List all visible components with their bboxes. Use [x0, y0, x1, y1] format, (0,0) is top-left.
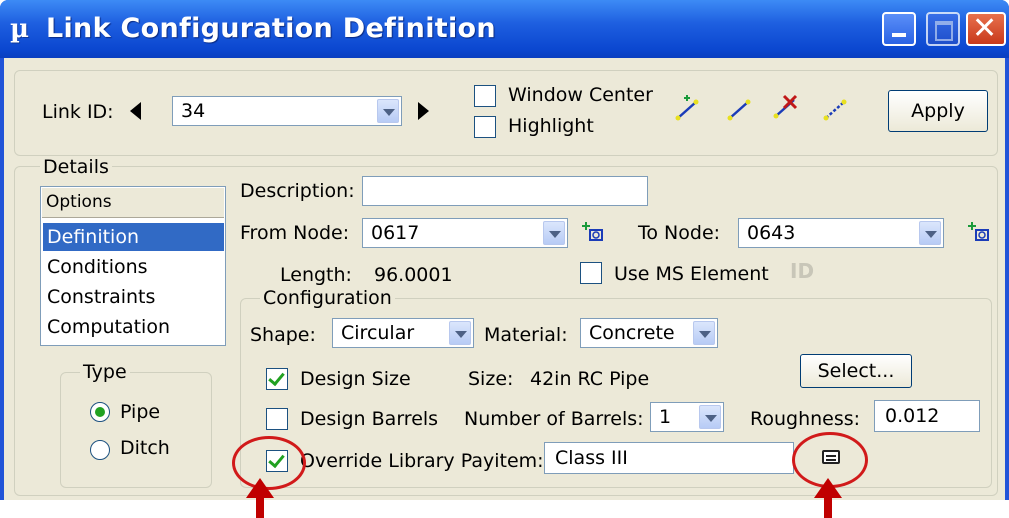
roughness-value: 0.012	[885, 405, 940, 427]
description-label: Description:	[240, 180, 355, 202]
pick-from-node-icon[interactable]	[580, 218, 608, 246]
highlight-label: Highlight	[508, 115, 594, 137]
chevron-down-icon[interactable]	[449, 321, 471, 345]
shape-combo[interactable]: Circular	[332, 318, 474, 348]
pick-to-node-icon[interactable]	[966, 218, 994, 246]
annotation-arrow-right-stem	[824, 497, 832, 518]
window-center-label: Window Center	[508, 84, 653, 106]
type-pipe-radio[interactable]	[90, 402, 110, 422]
roughness-label: Roughness:	[750, 408, 861, 430]
override-payitem-label: Override Library Payitem:	[300, 450, 544, 472]
options-item-constraints[interactable]: Constraints	[43, 283, 224, 311]
options-item-definition[interactable]: Definition	[43, 223, 224, 251]
options-item-computation[interactable]: Computation	[43, 313, 224, 341]
edit-link-icon[interactable]	[822, 94, 850, 122]
previous-link-arrow[interactable]	[130, 102, 141, 120]
shape-label: Shape:	[250, 324, 316, 346]
from-node-value: 0617	[371, 222, 420, 244]
description-input[interactable]	[362, 176, 648, 206]
use-ms-element-label: Use MS Element	[614, 263, 769, 285]
configuration-group-label: Configuration	[260, 287, 395, 309]
select-size-button[interactable]: Select...	[800, 354, 912, 388]
type-group-label: Type	[80, 361, 130, 383]
chevron-down-icon[interactable]	[699, 405, 721, 429]
type-ditch-radio[interactable]	[90, 440, 110, 460]
highlight-checkbox[interactable]	[474, 116, 496, 138]
annotation-arrow-left-stem	[256, 497, 264, 518]
number-of-barrels-label: Number of Barrels:	[464, 408, 644, 430]
type-pipe-label: Pipe	[120, 401, 161, 423]
apply-button[interactable]: Apply	[888, 90, 988, 132]
options-item-conditions[interactable]: Conditions	[43, 253, 224, 281]
length-label: Length:	[280, 264, 352, 286]
next-link-arrow[interactable]	[418, 102, 429, 120]
minimize-button[interactable]	[882, 12, 916, 46]
shape-value: Circular	[341, 322, 415, 344]
size-value: 42in RC Pipe	[530, 368, 650, 390]
payitem-input[interactable]: Class III	[544, 442, 794, 474]
to-node-value: 0643	[747, 222, 796, 244]
link-id-combo[interactable]: 34	[172, 96, 402, 126]
dialog-client: Link ID: 34 Window Center Highlight Appl…	[4, 58, 1005, 500]
number-of-barrels-value: 1	[659, 406, 672, 428]
delete-link-icon[interactable]	[772, 92, 800, 120]
payitem-value: Class III	[555, 447, 628, 469]
design-size-label: Design Size	[300, 368, 411, 390]
material-value: Concrete	[589, 322, 675, 344]
link-toolbar-group	[14, 70, 998, 156]
chevron-down-icon[interactable]	[919, 221, 941, 245]
link-id-value: 34	[181, 100, 206, 122]
title-bar[interactable]: µ Link Configuration Definition ✕	[0, 0, 1009, 58]
number-of-barrels-combo[interactable]: 1	[650, 402, 724, 432]
size-label: Size:	[468, 368, 514, 390]
from-node-label: From Node:	[240, 222, 350, 244]
material-combo[interactable]: Concrete	[580, 318, 718, 348]
ms-element-icon: ID	[790, 259, 815, 283]
chevron-down-icon[interactable]	[377, 99, 399, 123]
type-group	[60, 372, 212, 488]
to-node-combo[interactable]: 0643	[738, 218, 944, 248]
use-ms-element-checkbox[interactable]	[580, 262, 602, 284]
options-header: Options	[42, 188, 224, 218]
from-node-combo[interactable]: 0617	[362, 218, 568, 248]
close-button[interactable]: ✕	[966, 12, 1006, 46]
details-group-label: Details	[40, 156, 112, 178]
length-value: 96.0001	[374, 264, 453, 286]
select-link-icon[interactable]	[726, 94, 754, 122]
chevron-down-icon[interactable]	[693, 321, 715, 345]
to-node-label: To Node:	[638, 222, 721, 244]
maximize-button[interactable]	[926, 12, 960, 46]
annotation-arrow-right	[814, 478, 842, 498]
chevron-down-icon[interactable]	[543, 221, 565, 245]
design-size-checkbox[interactable]	[266, 368, 288, 390]
design-barrels-checkbox[interactable]	[266, 408, 288, 430]
type-ditch-label: Ditch	[120, 437, 170, 459]
annotation-arrow-left	[246, 478, 274, 498]
window-title: Link Configuration Definition	[46, 13, 496, 44]
close-icon: ✕	[972, 11, 998, 46]
material-label: Material:	[484, 324, 568, 346]
add-link-icon[interactable]	[674, 94, 702, 122]
app-icon: µ	[10, 14, 30, 44]
window-center-checkbox[interactable]	[474, 85, 496, 107]
design-barrels-label: Design Barrels	[300, 408, 439, 430]
roughness-input[interactable]: 0.012	[874, 400, 980, 432]
options-list: Options Definition Conditions Constraint…	[40, 186, 226, 346]
link-id-label: Link ID:	[42, 101, 114, 123]
